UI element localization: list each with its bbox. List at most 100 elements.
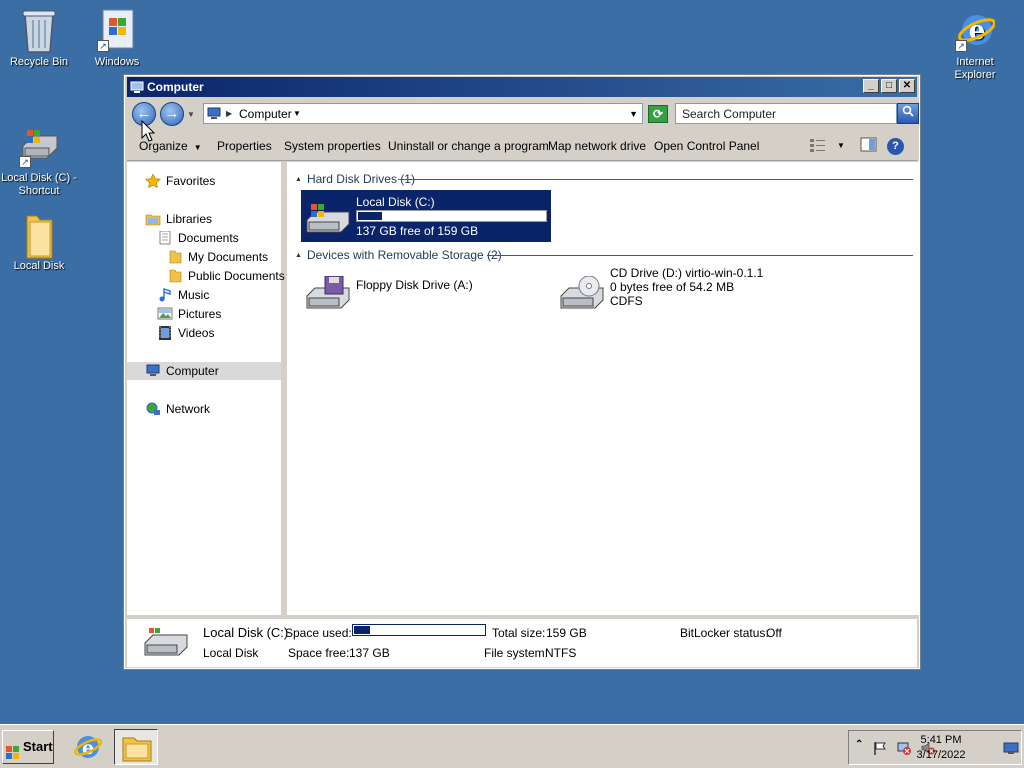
breadcrumb-separator-icon[interactable]: ▶ xyxy=(226,109,232,118)
details-space-used-label: Space used: xyxy=(285,626,352,640)
nav-item-public-documents[interactable]: Public Documents xyxy=(167,267,285,285)
system-tray: ⌃ 5:41 PM 3/17/2022 xyxy=(848,730,1022,765)
maximize-button[interactable]: □ xyxy=(881,79,897,93)
refresh-button[interactable]: ⟳ xyxy=(648,105,668,123)
details-pane: Local Disk (C:) Local Disk Space used: S… xyxy=(127,617,917,667)
view-options-chevron-down-icon[interactable]: ▼ xyxy=(837,141,845,150)
group-header-hard-disk-drives[interactable]: ▲ Hard Disk Drives (1) xyxy=(295,172,913,186)
command-bar: Organize ▼ Properties System properties U… xyxy=(127,131,917,161)
action-center-flag-icon[interactable] xyxy=(873,741,887,755)
computer-icon xyxy=(145,364,161,378)
details-filesystem-value: NTFS xyxy=(545,646,577,660)
minimize-button[interactable]: _ xyxy=(863,79,879,93)
taskbar-windows-explorer[interactable] xyxy=(114,729,158,765)
address-bar[interactable]: ▶ Computer ▼ ▼ xyxy=(203,103,643,124)
taskbar: Start e ⌃ 5:41 PM 3/17/2022 xyxy=(0,724,1024,768)
taskbar-internet-explorer[interactable]: e xyxy=(66,729,110,765)
close-button[interactable]: ✕ xyxy=(899,79,915,93)
drive-tile-local-disk-c[interactable]: Local Disk (C:) 137 GB free of 159 GB xyxy=(301,190,551,242)
search-input[interactable]: Search Computer xyxy=(675,103,897,124)
window-titlebar[interactable]: Computer _ □ ✕ xyxy=(127,77,917,97)
details-total-size-value: 159 GB xyxy=(546,626,587,640)
desktop-icon-recycle-bin[interactable]: Recycle Bin xyxy=(0,8,78,69)
open-control-panel-button[interactable]: Open Control Panel xyxy=(654,139,759,153)
details-usage-bar xyxy=(352,624,486,636)
help-icon[interactable]: ? xyxy=(887,138,904,155)
group-header-removable-storage[interactable]: ▲ Devices with Removable Storage (2) xyxy=(295,248,913,262)
start-label: Start xyxy=(23,739,53,754)
desktop-icon-local-disk-shortcut[interactable]: ↗ Local Disk (C) - Shortcut xyxy=(0,124,78,198)
change-view-icon[interactable] xyxy=(809,137,827,153)
details-bitlocker-value: Off xyxy=(766,626,782,640)
folder-icon xyxy=(19,212,59,259)
drive-name: Floppy Disk Drive (A:) xyxy=(356,278,473,292)
videos-icon xyxy=(157,326,173,340)
drive-name: Local Disk (C:) xyxy=(356,195,435,209)
clock-date[interactable]: 3/17/2022 xyxy=(911,749,971,761)
floppy-drive-icon xyxy=(305,275,351,310)
desktop-icon-internet-explorer[interactable]: e ↗ Internet Explorer xyxy=(936,8,1014,82)
clock-time[interactable]: 5:41 PM xyxy=(911,734,971,746)
details-space-free-label: Space free: xyxy=(288,646,350,660)
start-button[interactable]: Start xyxy=(2,730,54,764)
show-hidden-icons-chevron-up-icon[interactable]: ⌃ xyxy=(855,739,869,753)
nav-item-pictures[interactable]: Pictures xyxy=(157,305,221,323)
hard-disk-icon xyxy=(305,200,351,234)
explorer-window: Computer _ □ ✕ ← → ▼ ▶ Computer ▼ ▼ ⟳ Se… xyxy=(123,74,921,670)
computer-icon xyxy=(207,107,221,120)
network-icon xyxy=(145,402,161,416)
shortcut-arrow-icon: ↗ xyxy=(97,40,109,52)
search-button[interactable] xyxy=(897,103,919,124)
details-drive-name: Local Disk (C:) xyxy=(203,625,289,640)
content-pane: ▲ Hard Disk Drives (1) Local Disk (C:) 13… xyxy=(287,162,919,615)
drive-name: CD Drive (D:) virtio-win-0.1.1 xyxy=(610,266,764,280)
details-total-size-label: Total size: xyxy=(492,626,546,640)
internet-explorer-icon: e xyxy=(73,736,103,759)
folder-icon xyxy=(122,737,152,762)
breadcrumb-computer[interactable]: Computer xyxy=(239,107,292,121)
nav-item-network[interactable]: Network xyxy=(145,400,210,418)
music-icon xyxy=(157,288,173,302)
nav-item-music[interactable]: Music xyxy=(157,286,209,304)
star-icon xyxy=(145,173,161,189)
folder-icon xyxy=(167,250,183,264)
properties-button[interactable]: Properties xyxy=(217,139,272,153)
uninstall-program-button[interactable]: Uninstall or change a program xyxy=(388,139,549,153)
details-space-free-value: 137 GB xyxy=(349,646,390,660)
shortcut-arrow-icon: ↗ xyxy=(955,40,967,52)
documents-icon xyxy=(157,230,173,245)
drive-free-space: 0 bytes free of 54.2 MB xyxy=(610,280,735,294)
computer-icon xyxy=(130,80,144,93)
preview-pane-icon[interactable] xyxy=(860,137,878,153)
breadcrumb-chevron-down-icon[interactable]: ▼ xyxy=(293,109,301,118)
recycle-bin-icon xyxy=(19,8,59,53)
nav-item-documents[interactable]: Documents xyxy=(157,229,239,247)
nav-item-libraries[interactable]: Libraries xyxy=(145,210,212,228)
map-network-drive-button[interactable]: Map network drive xyxy=(548,139,646,153)
nav-item-favorites[interactable]: Favorites xyxy=(145,172,215,190)
show-desktop-icon[interactable] xyxy=(1003,741,1019,755)
recent-pages-chevron-down-icon[interactable]: ▼ xyxy=(187,110,195,119)
folder-icon xyxy=(167,269,183,283)
hard-disk-icon: ↗ xyxy=(19,124,59,168)
desktop-icon-windows-update[interactable]: ↗ Windows Upda... xyxy=(78,8,156,69)
nav-item-computer[interactable]: Computer xyxy=(127,362,281,380)
collapse-caret-icon: ▲ xyxy=(295,176,302,183)
collapse-caret-icon: ▲ xyxy=(295,252,302,259)
nav-item-videos[interactable]: Videos xyxy=(157,324,214,342)
drive-tile-cd-d[interactable]: CD Drive (D:) virtio-win-0.1.1 0 bytes f… xyxy=(555,266,785,318)
details-bitlocker-label: BitLocker status: xyxy=(680,626,769,640)
nav-item-my-documents[interactable]: My Documents xyxy=(167,248,268,266)
windows-update-icon: ↗ xyxy=(97,8,137,52)
chevron-down-icon: ▼ xyxy=(193,143,202,152)
drive-usage-bar xyxy=(356,210,547,222)
forward-button[interactable]: → xyxy=(160,102,184,126)
network-disconnected-icon[interactable] xyxy=(897,741,911,755)
drive-tile-floppy-a[interactable]: Floppy Disk Drive (A:) xyxy=(301,266,531,318)
system-properties-button[interactable]: System properties xyxy=(284,139,381,153)
address-history-chevron-down-icon[interactable]: ▼ xyxy=(629,109,638,119)
pictures-icon xyxy=(157,307,173,321)
desktop-icon-local-disk[interactable]: Local Disk xyxy=(0,212,78,273)
details-drive-type: Local Disk xyxy=(203,646,259,660)
drive-filesystem: CDFS xyxy=(610,294,643,308)
